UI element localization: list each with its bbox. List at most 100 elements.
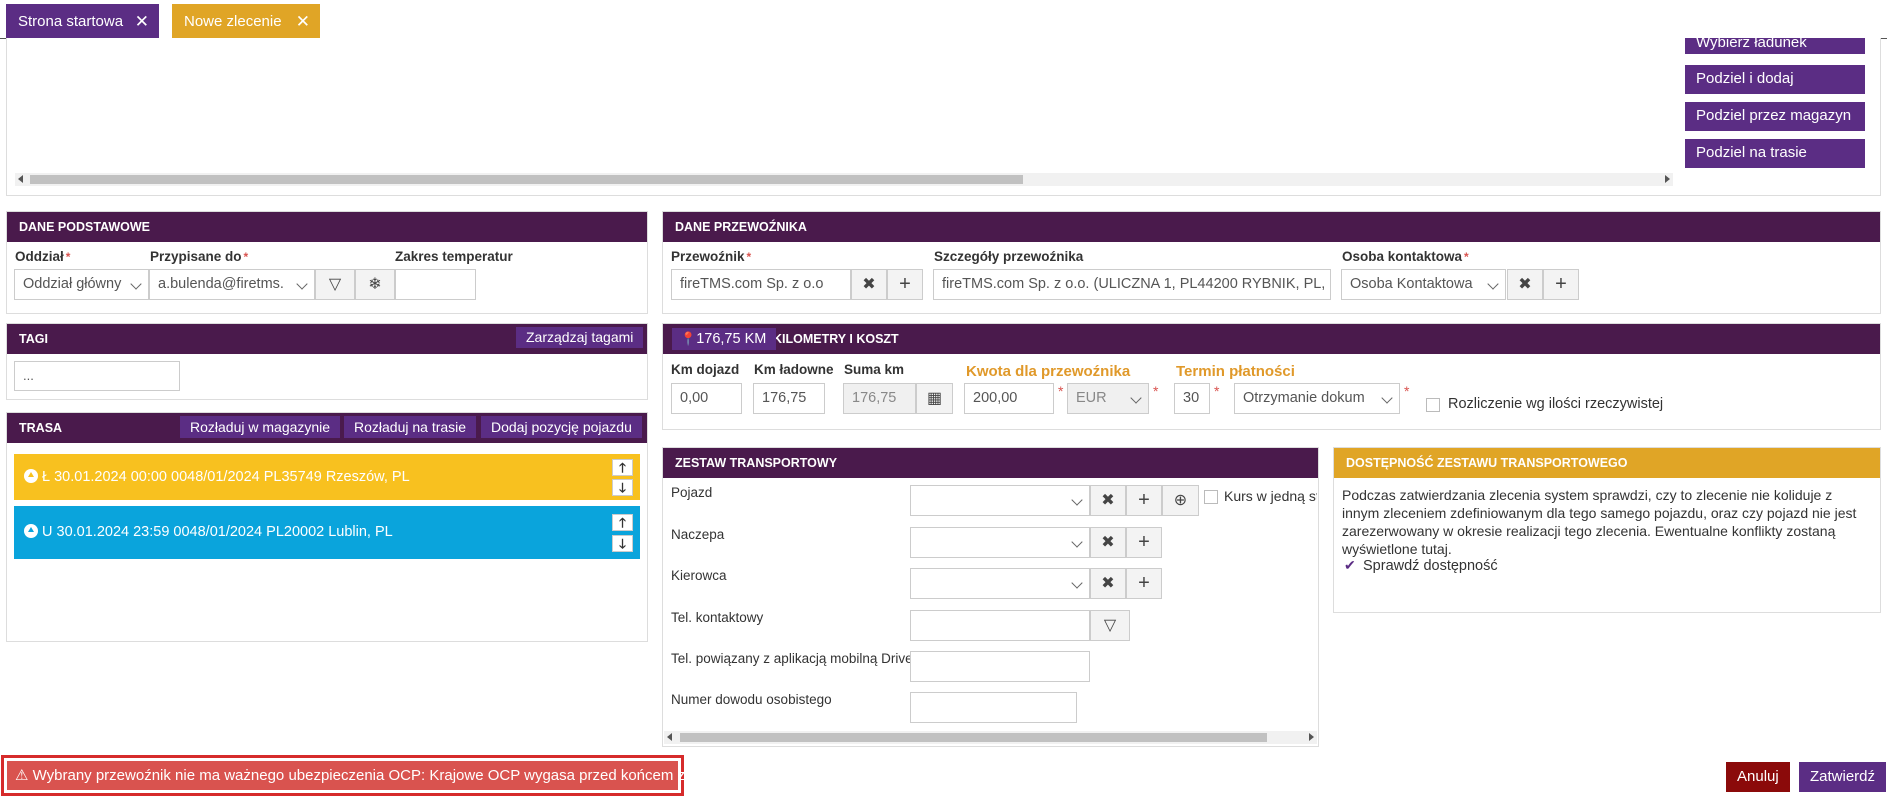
add-icon[interactable]: + bbox=[1543, 269, 1579, 300]
loaded-km-label: Km ładowne bbox=[754, 362, 834, 377]
availability-header: DOSTĘPNOŚĆ ZESTAWU TRANSPORTOWEGO bbox=[1334, 448, 1880, 478]
clear-icon[interactable]: ✖ bbox=[1090, 568, 1126, 599]
settle-actual-checkbox[interactable] bbox=[1426, 398, 1440, 412]
tab-new-order-label: Nowe zlecenie bbox=[184, 13, 282, 30]
driver-app-phone-input[interactable] bbox=[910, 651, 1090, 682]
move-up-icon[interactable]: 🡑 bbox=[612, 514, 633, 531]
route-stop-unload[interactable]: U 30.01.2024 23:59 0048/01/2024 PL20002 … bbox=[14, 506, 640, 559]
single-course-checkbox[interactable] bbox=[1204, 490, 1218, 504]
insurance-alert: ⚠ Wybrany przewoźnik nie ma ważnego ubez… bbox=[1, 755, 733, 796]
carrier-input[interactable]: fireTMS.com Sp. z o.o bbox=[671, 269, 851, 300]
settle-actual-label: Rozliczenie wg ilości rzeczywistej bbox=[1448, 396, 1664, 412]
add-icon[interactable]: + bbox=[1126, 527, 1162, 558]
payment-term-input[interactable]: 30 bbox=[1174, 383, 1210, 414]
route-stop-text: Ł 30.01.2024 00:00 0048/01/2024 PL35749 … bbox=[42, 469, 410, 485]
approach-km-label: Km dojazd bbox=[671, 362, 740, 377]
warning-icon: ⚠ bbox=[15, 767, 33, 784]
assigned-label: Przypisane do * bbox=[150, 249, 249, 264]
filter-icon[interactable]: ▽ bbox=[315, 269, 355, 300]
driver-select[interactable] bbox=[910, 568, 1090, 599]
assigned-select[interactable]: a.bulenda@firetms. bbox=[149, 269, 315, 300]
tags-input[interactable]: ... bbox=[14, 361, 180, 391]
checkmark-icon: ✔ bbox=[1344, 557, 1356, 573]
contact-phone-label: Tel. kontaktowy bbox=[671, 610, 764, 625]
transport-set-header: ZESTAW TRANSPORTOWY bbox=[663, 448, 1318, 478]
carrier-amount-label: Kwota dla przewoźnika bbox=[966, 363, 1131, 380]
driver-app-phone-label: Tel. powiązany z aplikacją mobilną Drive… bbox=[671, 651, 918, 666]
confirm-button[interactable]: Zatwierdź bbox=[1799, 762, 1887, 792]
trailer-select[interactable] bbox=[910, 527, 1090, 558]
clear-icon[interactable]: ✖ bbox=[1507, 269, 1543, 300]
clear-icon[interactable]: ✖ bbox=[1090, 485, 1126, 516]
unload-warehouse-button[interactable]: Rozładuj w magazynie bbox=[180, 416, 341, 438]
km-badge-text: 176,75 KM bbox=[696, 331, 767, 347]
id-number-input[interactable] bbox=[910, 692, 1077, 723]
tab-new-order[interactable]: Nowe zlecenie ✕ bbox=[172, 4, 320, 39]
unload-route-button[interactable]: Rozładuj na trasie bbox=[344, 416, 477, 438]
chevron-down-icon bbox=[296, 278, 308, 290]
move-down-icon[interactable]: 🡓 bbox=[612, 479, 633, 496]
chevron-down-icon bbox=[1487, 278, 1499, 290]
approach-km-input[interactable]: 0,00 bbox=[671, 383, 742, 414]
check-availability-checkbox[interactable]: ✔ bbox=[1343, 557, 1357, 574]
payment-term-type-select[interactable]: Otrzymanie dokum bbox=[1234, 383, 1400, 414]
tab-start-page-label: Strona startowa bbox=[18, 13, 124, 30]
arrow-up-circle-icon bbox=[24, 524, 38, 538]
vehicle-label: Pojazd bbox=[671, 485, 713, 500]
contact-person-label: Osoba kontaktowa * bbox=[1342, 249, 1469, 264]
zoom-icon[interactable]: ⊕ bbox=[1162, 485, 1199, 516]
tab-start-page[interactable]: Strona startowa ✕ bbox=[6, 4, 159, 39]
temp-range-input[interactable] bbox=[395, 269, 476, 300]
add-icon[interactable]: + bbox=[1126, 568, 1162, 599]
scroll-right-icon[interactable] bbox=[1309, 733, 1314, 741]
add-vehicle-position-button[interactable]: Dodaj pozycję pojazdu bbox=[481, 416, 642, 438]
chevron-down-icon bbox=[130, 278, 142, 290]
vehicle-select[interactable] bbox=[910, 485, 1090, 516]
close-icon[interactable]: ✕ bbox=[135, 4, 149, 39]
branch-label: Oddział * bbox=[15, 249, 71, 264]
clear-icon[interactable]: ✖ bbox=[851, 269, 887, 300]
filter-icon[interactable]: ▽ bbox=[1090, 610, 1130, 641]
carrier-amount-input[interactable]: 200,00 bbox=[964, 383, 1054, 414]
required-marker: * bbox=[1404, 383, 1410, 399]
clear-icon[interactable]: ✖ bbox=[1090, 527, 1126, 558]
chevron-down-icon bbox=[1071, 577, 1083, 589]
select-cargo-button[interactable]: Wybierz ładunek bbox=[1685, 38, 1865, 54]
carrier-details-input[interactable]: fireTMS.com Sp. z o.o. (ULICZNA 1, PL442… bbox=[933, 269, 1331, 300]
scroll-thumb[interactable] bbox=[30, 175, 1023, 184]
split-warehouse-button[interactable]: Podziel przez magazyn bbox=[1685, 102, 1865, 131]
snowflake-icon[interactable]: ❄ bbox=[355, 269, 395, 300]
route-stop-load[interactable]: Ł 30.01.2024 00:00 0048/01/2024 PL35749 … bbox=[14, 454, 640, 500]
basic-data-header: DANE PODSTAWOWE bbox=[7, 212, 647, 242]
scroll-thumb[interactable] bbox=[680, 733, 1267, 742]
split-route-button[interactable]: Podziel na trasie bbox=[1685, 139, 1865, 168]
contact-phone-input[interactable] bbox=[910, 610, 1090, 641]
manage-tags-button[interactable]: Zarządzaj tagami bbox=[516, 327, 644, 348]
scroll-left-icon[interactable] bbox=[667, 733, 672, 741]
move-down-icon[interactable]: 🡓 bbox=[612, 535, 633, 552]
driver-label: Kierowca bbox=[671, 568, 727, 583]
horizontal-scrollbar[interactable] bbox=[664, 731, 1317, 744]
route-stop-text: U 30.01.2024 23:59 0048/01/2024 PL20002 … bbox=[42, 524, 393, 540]
split-add-button[interactable]: Podziel i dodaj bbox=[1685, 65, 1865, 94]
calculator-icon[interactable]: ▦ bbox=[916, 383, 953, 414]
currency-select[interactable]: EUR bbox=[1067, 383, 1149, 414]
required-marker: * bbox=[1214, 383, 1220, 399]
close-icon[interactable]: ✕ bbox=[296, 4, 310, 39]
carrier-header: DANE PRZEWOŹNIKA bbox=[663, 212, 1880, 242]
horizontal-scrollbar[interactable] bbox=[15, 173, 1673, 186]
add-icon[interactable]: + bbox=[1126, 485, 1162, 516]
move-up-icon[interactable]: 🡑 bbox=[612, 459, 633, 476]
cancel-button[interactable]: Anuluj bbox=[1726, 762, 1790, 792]
required-marker: * bbox=[1153, 383, 1159, 399]
branch-select[interactable]: Oddział główny bbox=[14, 269, 149, 300]
chevron-down-icon bbox=[1071, 536, 1083, 548]
km-cost-header: KILOMETRY I KOSZT bbox=[663, 324, 1880, 354]
availability-text: Podczas zatwierdzania zlecenia system sp… bbox=[1342, 487, 1857, 557]
scroll-left-icon[interactable] bbox=[18, 175, 23, 183]
contact-person-select[interactable]: Osoba Kontaktowa bbox=[1341, 269, 1506, 300]
add-icon[interactable]: + bbox=[887, 269, 923, 300]
loaded-km-input[interactable]: 176,75 bbox=[753, 383, 825, 414]
scroll-right-icon[interactable] bbox=[1665, 175, 1670, 183]
required-marker: * bbox=[1058, 383, 1064, 399]
